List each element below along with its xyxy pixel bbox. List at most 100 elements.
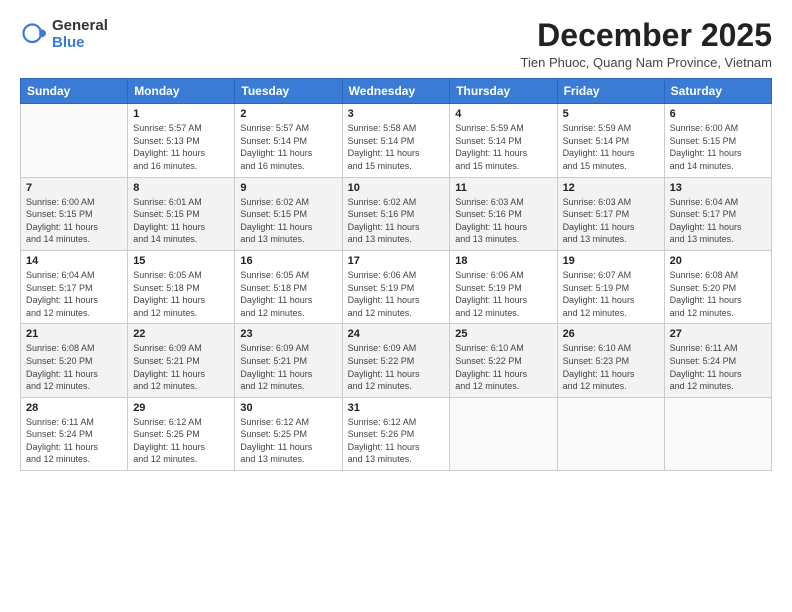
title-block: December 2025 Tien Phuoc, Quang Nam Prov… bbox=[521, 18, 772, 70]
day-number: 15 bbox=[133, 255, 229, 267]
day-number: 16 bbox=[240, 255, 336, 267]
day-number: 18 bbox=[455, 255, 551, 267]
calendar-week-row: 7Sunrise: 6:00 AM Sunset: 5:15 PM Daylig… bbox=[21, 177, 772, 250]
calendar-cell: 8 Sunrise: 6:01 AM Sunset: 5:15 PM Daylig… bbox=[128, 177, 235, 250]
calendar-week-row: 21Sunrise: 6:08 AM Sunset: 5:20 PM Dayli… bbox=[21, 324, 772, 397]
calendar-cell: 21Sunrise: 6:08 AM Sunset: 5:20 PM Dayli… bbox=[21, 324, 128, 397]
header-sunday: Sunday bbox=[21, 79, 128, 104]
calendar-cell: 22Sunrise: 6:09 AM Sunset: 5:21 PM Dayli… bbox=[128, 324, 235, 397]
header-tuesday: Tuesday bbox=[235, 79, 342, 104]
calendar-cell: 14 Sunrise: 6:04 AM Sunset: 5:17 PM Dayli… bbox=[21, 250, 128, 323]
day-number: 8 bbox=[133, 182, 229, 194]
calendar-cell: 24Sunrise: 6:09 AM Sunset: 5:22 PM Dayli… bbox=[342, 324, 450, 397]
calendar-cell: 29Sunrise: 6:12 AM Sunset: 5:25 PM Dayli… bbox=[128, 397, 235, 470]
day-number: 13 bbox=[670, 182, 766, 194]
calendar-cell: 15 Sunrise: 6:05 AM Sunset: 5:18 PM Dayli… bbox=[128, 250, 235, 323]
day-info: Sunrise: 6:09 AM Sunset: 5:21 PM Dayligh… bbox=[133, 342, 229, 392]
day-info: Sunrise: 6:12 AM Sunset: 5:26 PM Dayligh… bbox=[348, 416, 445, 466]
calendar-cell: 18Sunrise: 6:06 AM Sunset: 5:19 PM Dayli… bbox=[450, 250, 557, 323]
day-number: 6 bbox=[670, 108, 766, 120]
calendar-cell: 12 Sunrise: 6:03 AM Sunset: 5:17 PM Dayli… bbox=[557, 177, 664, 250]
calendar-cell: 10 Sunrise: 6:02 AM Sunset: 5:16 PM Dayli… bbox=[342, 177, 450, 250]
day-info: Sunrise: 6:00 AM Sunset: 5:15 PM Dayligh… bbox=[670, 122, 766, 172]
calendar-week-row: 1Sunrise: 5:57 AM Sunset: 5:13 PM Daylig… bbox=[21, 104, 772, 177]
day-info: Sunrise: 6:11 AM Sunset: 5:24 PM Dayligh… bbox=[26, 416, 122, 466]
day-number: 5 bbox=[563, 108, 659, 120]
calendar-cell bbox=[450, 397, 557, 470]
day-info: Sunrise: 6:08 AM Sunset: 5:20 PM Dayligh… bbox=[670, 269, 766, 319]
calendar-cell: 30 Sunrise: 6:12 AM Sunset: 5:25 PM Dayli… bbox=[235, 397, 342, 470]
day-number: 31 bbox=[348, 402, 445, 414]
day-info: Sunrise: 6:03 AM Sunset: 5:16 PM Dayligh… bbox=[455, 196, 551, 246]
calendar-cell: 9 Sunrise: 6:02 AM Sunset: 5:15 PM Daylig… bbox=[235, 177, 342, 250]
day-info: Sunrise: 6:10 AM Sunset: 5:23 PM Dayligh… bbox=[563, 342, 659, 392]
day-number: 19 bbox=[563, 255, 659, 267]
calendar-cell: 25 Sunrise: 6:10 AM Sunset: 5:22 PM Dayli… bbox=[450, 324, 557, 397]
day-number: 14 bbox=[26, 255, 122, 267]
logo-text: General Blue bbox=[52, 18, 108, 51]
logo-general-text: General bbox=[52, 18, 108, 35]
day-info: Sunrise: 6:04 AM Sunset: 5:17 PM Dayligh… bbox=[26, 269, 122, 319]
header-row: Sunday Monday Tuesday Wednesday Thursday… bbox=[21, 79, 772, 104]
calendar-table: Sunday Monday Tuesday Wednesday Thursday… bbox=[20, 78, 772, 471]
calendar-cell: 4Sunrise: 5:59 AM Sunset: 5:14 PM Daylig… bbox=[450, 104, 557, 177]
day-info: Sunrise: 6:03 AM Sunset: 5:17 PM Dayligh… bbox=[563, 196, 659, 246]
calendar-cell: 28 Sunrise: 6:11 AM Sunset: 5:24 PM Dayli… bbox=[21, 397, 128, 470]
day-number: 11 bbox=[455, 182, 551, 194]
header-wednesday: Wednesday bbox=[342, 79, 450, 104]
calendar-week-row: 28 Sunrise: 6:11 AM Sunset: 5:24 PM Dayli… bbox=[21, 397, 772, 470]
calendar-cell: 3 Sunrise: 5:58 AM Sunset: 5:14 PM Daylig… bbox=[342, 104, 450, 177]
day-number: 29 bbox=[133, 402, 229, 414]
calendar-cell: 16Sunrise: 6:05 AM Sunset: 5:18 PM Dayli… bbox=[235, 250, 342, 323]
day-number: 27 bbox=[670, 328, 766, 340]
day-info: Sunrise: 5:58 AM Sunset: 5:14 PM Dayligh… bbox=[348, 122, 445, 172]
day-info: Sunrise: 6:01 AM Sunset: 5:15 PM Dayligh… bbox=[133, 196, 229, 246]
day-info: Sunrise: 5:59 AM Sunset: 5:14 PM Dayligh… bbox=[455, 122, 551, 172]
day-info: Sunrise: 6:10 AM Sunset: 5:22 PM Dayligh… bbox=[455, 342, 551, 392]
day-number: 20 bbox=[670, 255, 766, 267]
header-thursday: Thursday bbox=[450, 79, 557, 104]
day-number: 3 bbox=[348, 108, 445, 120]
day-info: Sunrise: 6:02 AM Sunset: 5:15 PM Dayligh… bbox=[240, 196, 336, 246]
day-number: 24 bbox=[348, 328, 445, 340]
calendar-cell: 17Sunrise: 6:06 AM Sunset: 5:19 PM Dayli… bbox=[342, 250, 450, 323]
calendar-cell: 2Sunrise: 5:57 AM Sunset: 5:14 PM Daylig… bbox=[235, 104, 342, 177]
logo-blue-text: Blue bbox=[52, 35, 108, 52]
header-friday: Friday bbox=[557, 79, 664, 104]
day-number: 17 bbox=[348, 255, 445, 267]
calendar-cell bbox=[664, 397, 771, 470]
calendar-cell: 11 Sunrise: 6:03 AM Sunset: 5:16 PM Dayli… bbox=[450, 177, 557, 250]
day-number: 9 bbox=[240, 182, 336, 194]
day-number: 10 bbox=[348, 182, 445, 194]
day-info: Sunrise: 6:02 AM Sunset: 5:16 PM Dayligh… bbox=[348, 196, 445, 246]
day-number: 7 bbox=[26, 182, 122, 194]
calendar-cell: 7Sunrise: 6:00 AM Sunset: 5:15 PM Daylig… bbox=[21, 177, 128, 250]
header: General Blue December 2025 Tien Phuoc, Q… bbox=[20, 18, 772, 70]
page: General Blue December 2025 Tien Phuoc, Q… bbox=[0, 0, 792, 481]
calendar-cell: 1Sunrise: 5:57 AM Sunset: 5:13 PM Daylig… bbox=[128, 104, 235, 177]
day-number: 2 bbox=[240, 108, 336, 120]
calendar-body: 1Sunrise: 5:57 AM Sunset: 5:13 PM Daylig… bbox=[21, 104, 772, 471]
calendar-cell: 26Sunrise: 6:10 AM Sunset: 5:23 PM Dayli… bbox=[557, 324, 664, 397]
header-monday: Monday bbox=[128, 79, 235, 104]
calendar-cell bbox=[21, 104, 128, 177]
day-info: Sunrise: 6:11 AM Sunset: 5:24 PM Dayligh… bbox=[670, 342, 766, 392]
calendar-header: Sunday Monday Tuesday Wednesday Thursday… bbox=[21, 79, 772, 104]
day-info: Sunrise: 6:08 AM Sunset: 5:20 PM Dayligh… bbox=[26, 342, 122, 392]
calendar-cell: 19 Sunrise: 6:07 AM Sunset: 5:19 PM Dayli… bbox=[557, 250, 664, 323]
calendar-cell: 23Sunrise: 6:09 AM Sunset: 5:21 PM Dayli… bbox=[235, 324, 342, 397]
day-number: 28 bbox=[26, 402, 122, 414]
calendar-cell: 20 Sunrise: 6:08 AM Sunset: 5:20 PM Dayli… bbox=[664, 250, 771, 323]
day-number: 25 bbox=[455, 328, 551, 340]
day-info: Sunrise: 6:07 AM Sunset: 5:19 PM Dayligh… bbox=[563, 269, 659, 319]
header-saturday: Saturday bbox=[664, 79, 771, 104]
day-info: Sunrise: 6:12 AM Sunset: 5:25 PM Dayligh… bbox=[240, 416, 336, 466]
calendar-week-row: 14 Sunrise: 6:04 AM Sunset: 5:17 PM Dayli… bbox=[21, 250, 772, 323]
calendar-cell: 13Sunrise: 6:04 AM Sunset: 5:17 PM Dayli… bbox=[664, 177, 771, 250]
calendar-cell: 6 Sunrise: 6:00 AM Sunset: 5:15 PM Daylig… bbox=[664, 104, 771, 177]
day-number: 12 bbox=[563, 182, 659, 194]
day-number: 30 bbox=[240, 402, 336, 414]
day-number: 1 bbox=[133, 108, 229, 120]
calendar-cell: 27 Sunrise: 6:11 AM Sunset: 5:24 PM Dayli… bbox=[664, 324, 771, 397]
day-info: Sunrise: 6:05 AM Sunset: 5:18 PM Dayligh… bbox=[133, 269, 229, 319]
